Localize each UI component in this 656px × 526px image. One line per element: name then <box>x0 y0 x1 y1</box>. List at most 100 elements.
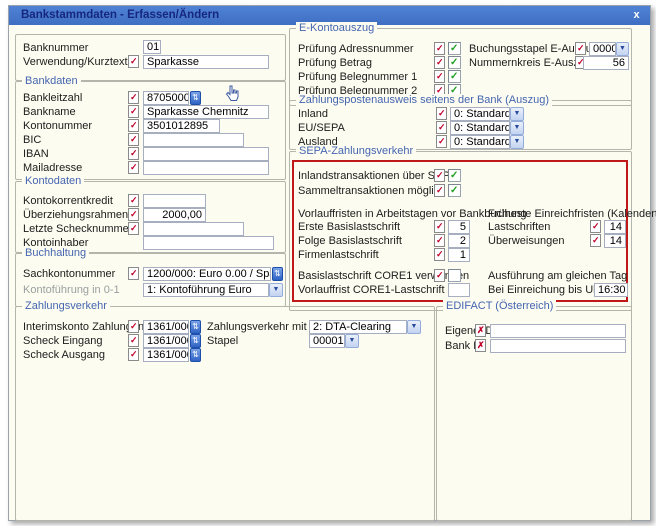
chevron-down-icon[interactable]: ▼ <box>345 334 359 348</box>
kontofuehrung-dropdown[interactable]: 1: Kontoführung Euro ▼ <box>143 283 283 297</box>
lastschriften-field[interactable]: 14 <box>604 220 626 234</box>
eigene-id-field[interactable] <box>490 324 626 338</box>
chevron-down-icon[interactable]: ▼ <box>616 42 629 56</box>
hand-cursor-icon <box>224 85 240 107</box>
inlandstransaktionen-label: Inlandstransaktionen über SEPA <box>298 170 456 183</box>
pruefung-belegnummer1-checkbox[interactable] <box>448 70 461 83</box>
bankleitzahl-field[interactable]: 87050000 <box>143 91 189 105</box>
erste-basislastschrift-field[interactable]: 5 <box>448 220 470 234</box>
core1-verwenden-checkbox[interactable] <box>448 269 461 282</box>
inlandstransaktionen-checkbox[interactable] <box>448 169 461 182</box>
chevron-down-icon[interactable]: ▼ <box>510 121 524 135</box>
pruefung-adressnummer-checkbox[interactable] <box>448 42 461 55</box>
bankname-field[interactable]: Sparkasse Chemnitz <box>143 105 269 119</box>
edifact-group: EDIFACT (Österreich) Eigene ID Bank ID <box>436 306 632 521</box>
bankleitzahl-matchcode-button[interactable]: ⇅ <box>190 91 201 105</box>
verwendung-field[interactable]: Sparkasse <box>143 55 269 69</box>
folge-basislastschrift-label: Folge Basislastschrift <box>298 235 402 248</box>
ueberweisungen-field[interactable]: 14 <box>604 234 626 248</box>
required-check-icon <box>128 133 139 146</box>
zahlungsverkehr-mit-label: Zahlungsverkehr mit <box>207 321 307 334</box>
mailadresse-label: Mailadresse <box>23 162 82 175</box>
kontoinhaber-field[interactable] <box>143 236 274 250</box>
required-check-icon <box>434 42 445 55</box>
bei-einreichung-field[interactable]: 16:30 <box>594 283 628 297</box>
nummernkreis-field[interactable]: 56 <box>583 56 629 70</box>
required-check-icon <box>434 248 445 261</box>
banknummer-label: Banknummer <box>23 42 88 55</box>
stapel-dropdown[interactable]: 00001 ▼ <box>309 334 359 348</box>
required-check-icon <box>434 234 445 247</box>
interimskonto-field[interactable]: 1361/000 <box>143 320 189 334</box>
close-button[interactable]: x <box>629 8 644 23</box>
required-check-icon <box>436 107 447 120</box>
ausland-value[interactable]: 0: Standard <box>450 135 510 149</box>
interimskonto-matchcode-button[interactable]: ⇅ <box>190 320 201 334</box>
required-check-icon <box>128 119 139 132</box>
required-check-icon <box>128 320 139 333</box>
letzte-schecknummer-label: Letzte Schecknummer <box>23 223 132 236</box>
stapel-label: Stapel <box>207 335 238 348</box>
required-check-icon <box>128 55 139 68</box>
required-x-icon <box>475 339 486 352</box>
chevron-down-icon[interactable]: ▼ <box>510 135 524 149</box>
bankstammdaten-window: Bankstammdaten - Erfassen/Ändern x Bankn… <box>8 5 651 521</box>
banknummer-field[interactable]: 01 <box>143 40 161 54</box>
letzte-schecknummer-field[interactable] <box>143 222 244 236</box>
scheck-ausgang-label: Scheck Ausgang <box>23 349 105 362</box>
eu-sepa-dropdown[interactable]: 0: Standard ▼ <box>450 121 524 135</box>
erste-basislastschrift-label: Erste Basislastschrift <box>298 221 400 234</box>
chevron-down-icon[interactable]: ▼ <box>407 320 421 334</box>
buchungsstapel-dropdown[interactable]: 00001 ▼ <box>589 42 629 56</box>
kontofuehrung-value[interactable]: 1: Kontoführung Euro <box>143 283 269 297</box>
mailadresse-field[interactable] <box>143 161 269 175</box>
sachkontonummer-field[interactable]: 1200/000: Euro 0.00 / Sparkasse Chemnit <box>143 267 271 281</box>
firmenlastschrift-field[interactable]: 1 <box>448 248 470 262</box>
required-check-icon <box>436 121 447 134</box>
required-check-icon <box>434 70 445 83</box>
eu-sepa-value[interactable]: 0: Standard <box>450 121 510 135</box>
ausland-dropdown[interactable]: 0: Standard ▼ <box>450 135 524 149</box>
required-check-icon <box>436 135 447 148</box>
stapel-value[interactable]: 00001 <box>309 334 345 348</box>
required-check-icon <box>128 334 139 347</box>
required-check-icon <box>434 169 445 182</box>
required-check-icon <box>590 220 601 233</box>
sammeltransaktionen-checkbox[interactable] <box>448 184 461 197</box>
scheck-ausgang-matchcode-button[interactable]: ⇅ <box>190 348 201 362</box>
kontokorrentkredit-field[interactable] <box>143 194 206 208</box>
scheck-eingang-field[interactable]: 1361/000 <box>143 334 189 348</box>
ueberziehungsrahmen-field[interactable]: 2000,00 <box>143 208 206 222</box>
required-check-icon <box>434 56 445 69</box>
kontonummer-field[interactable]: 3501012895 <box>143 119 220 133</box>
window-title: Bankstammdaten - Erfassen/Ändern <box>21 9 219 21</box>
pruefung-adressnummer-label: Prüfung Adressnummer <box>298 43 414 56</box>
scheck-eingang-matchcode-button[interactable]: ⇅ <box>190 334 201 348</box>
inland-dropdown[interactable]: 0: Standard ▼ <box>450 107 524 121</box>
iban-label: IBAN <box>23 148 49 161</box>
required-check-icon <box>128 91 139 104</box>
ueberweisungen-label: Überweisungen <box>488 235 564 248</box>
zahlungsverkehr-mit-dropdown[interactable]: 2: DTA-Clearing ▼ <box>309 320 421 334</box>
bic-field[interactable] <box>143 133 244 147</box>
zahlungsverkehr-title: Zahlungsverkehr <box>22 300 110 312</box>
vorlauffrist-core1-field[interactable] <box>448 283 470 297</box>
firmenlastschrift-label: Firmenlastschrift <box>298 249 379 262</box>
einreichfristen-header: Früheste Einreichfristen (Kalendertage) <box>488 208 656 221</box>
iban-field[interactable] <box>143 147 269 161</box>
required-check-icon <box>128 208 139 221</box>
folge-basislastschrift-field[interactable]: 2 <box>448 234 470 248</box>
bank-id-field[interactable] <box>490 339 626 353</box>
zahlungsverkehr-mit-value[interactable]: 2: DTA-Clearing <box>309 320 407 334</box>
scheck-ausgang-field[interactable]: 1361/000 <box>143 348 189 362</box>
buchungsstapel-value[interactable]: 00001 <box>589 42 616 56</box>
required-x-icon <box>475 324 486 337</box>
sachkontonummer-matchcode-button[interactable]: ⇅ <box>272 267 283 281</box>
required-check-icon <box>434 269 445 282</box>
pruefung-betrag-checkbox[interactable] <box>448 56 461 69</box>
inland-value[interactable]: 0: Standard <box>450 107 510 121</box>
chevron-down-icon[interactable]: ▼ <box>510 107 524 121</box>
chevron-down-icon[interactable]: ▼ <box>269 283 283 297</box>
required-check-icon <box>128 147 139 160</box>
zahlungsverkehr-group: Zahlungsverkehr Interimskonto Zahlungen … <box>15 306 435 521</box>
